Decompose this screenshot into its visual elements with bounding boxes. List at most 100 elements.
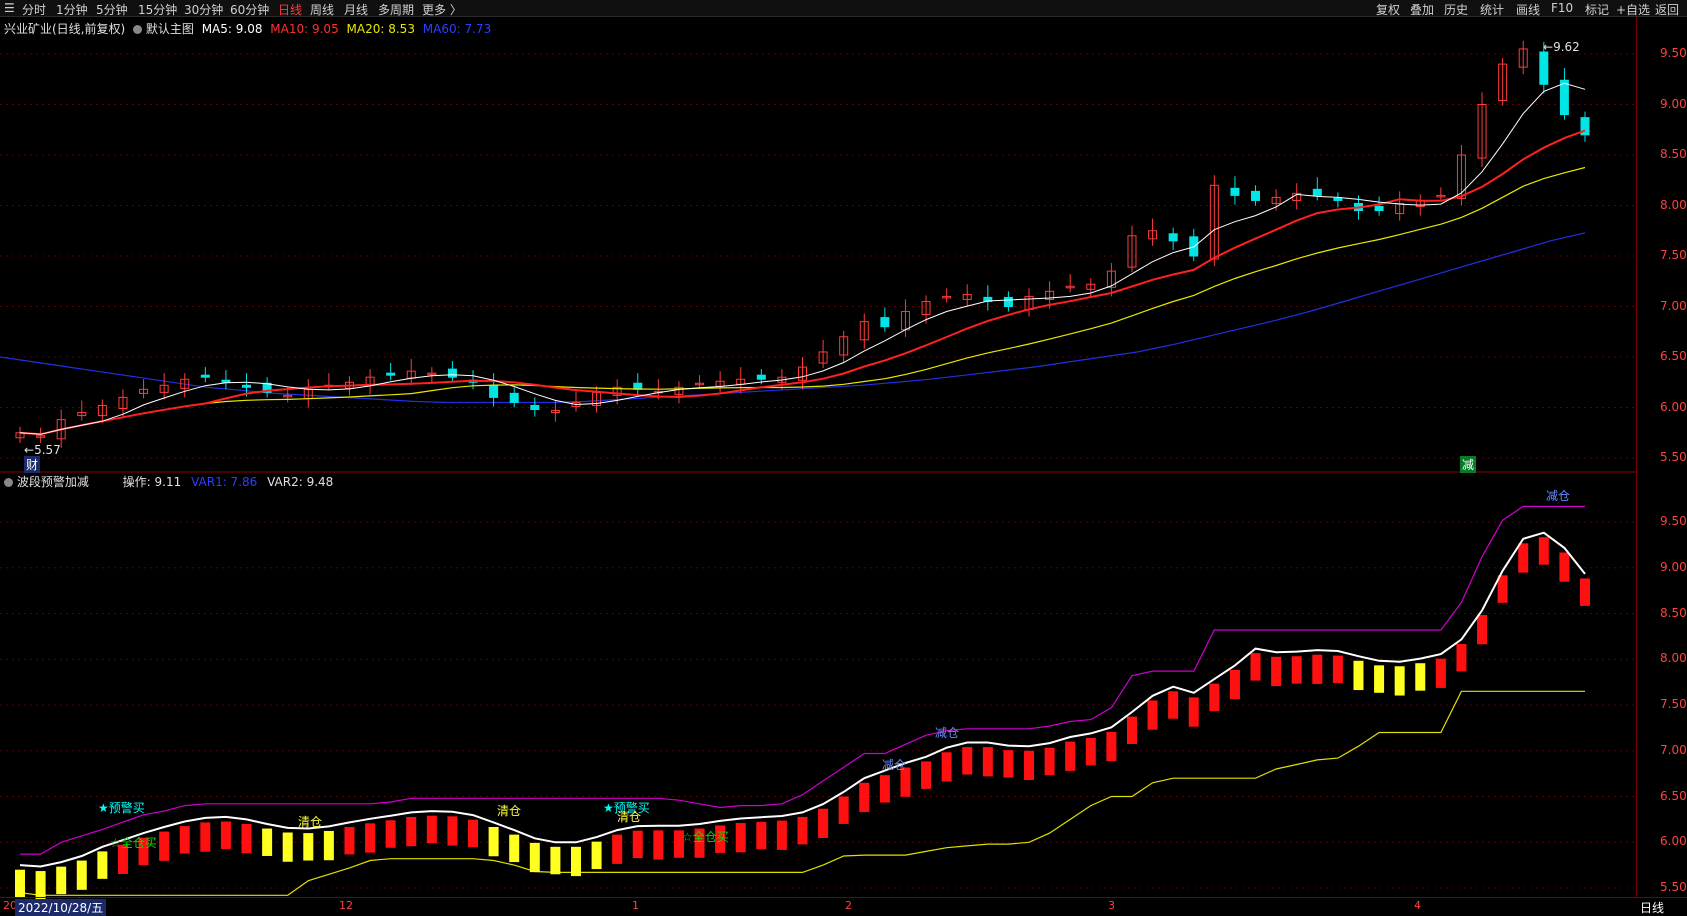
indicator-bar	[1147, 700, 1158, 730]
indicator-bar	[1312, 654, 1323, 684]
indicator-bar	[1250, 653, 1261, 681]
indicator-bar	[1188, 697, 1199, 727]
y-axis-label: 7.50	[1660, 248, 1687, 262]
candle-body	[447, 368, 457, 378]
indicator-bar	[1374, 665, 1385, 693]
grid-lines	[0, 53, 1636, 889]
signal-label: 减仓	[882, 758, 907, 772]
indicator-bar	[982, 747, 993, 777]
indicator-bar	[550, 846, 561, 875]
x-month-label: 1	[632, 899, 639, 912]
indicator-bar	[1415, 663, 1426, 691]
signal-label: 减仓	[935, 726, 960, 740]
signal-label: 清仓	[497, 804, 522, 818]
indicator-bar	[1518, 543, 1529, 573]
indicator-bar	[962, 747, 973, 775]
candle-body	[386, 372, 396, 376]
indicator-bar	[323, 830, 334, 861]
reduce-marker[interactable]: 减	[1460, 456, 1477, 473]
indicator-bar	[1291, 656, 1302, 684]
y-axis-label: 8.50	[1660, 147, 1687, 161]
high-marker: ←9.62	[1543, 40, 1580, 54]
indicator-bar	[1394, 666, 1405, 696]
signal-label: ☆全仓买	[110, 836, 157, 850]
indicator-bar	[220, 821, 231, 849]
signal-label: 减仓	[1546, 489, 1571, 503]
signal-label: ★预警买	[98, 801, 145, 815]
indicator-bar	[879, 775, 890, 803]
indicator-bar	[756, 821, 767, 850]
indicator-bar	[653, 830, 664, 860]
y-axis-label: 9.50	[1660, 514, 1687, 528]
period-button[interactable]: 日线	[1640, 899, 1664, 916]
indicator-bar	[776, 820, 787, 850]
indicator-main-line	[19, 531, 1586, 868]
indicator-bar	[1477, 615, 1488, 645]
candle-body	[1003, 296, 1013, 308]
indicator-bar	[941, 752, 952, 782]
y-axis-label: 7.00	[1660, 742, 1687, 757]
indicator-bar	[406, 816, 417, 847]
indicator-bar	[1229, 669, 1240, 700]
indicator-bar	[1353, 660, 1364, 691]
indicator-bar	[385, 820, 396, 848]
candle-body	[1312, 188, 1322, 196]
date-box: 2022/10/28/五	[15, 899, 107, 916]
indicator-bar	[97, 851, 108, 879]
ma60-series	[0, 232, 1586, 404]
lower-band-line	[19, 690, 1585, 896]
y-axis-label: 7.00	[1660, 298, 1687, 313]
indicator-bar	[859, 782, 870, 813]
signal-label: 清仓	[617, 810, 642, 824]
event-marker[interactable]: 财	[24, 456, 41, 473]
indicator-bar	[1580, 578, 1590, 606]
y-axis-label: 9.00	[1660, 559, 1687, 574]
indicator-bar	[468, 819, 479, 848]
indicator-bar	[1126, 716, 1137, 745]
indicator-bar	[282, 832, 293, 862]
indicator-bar	[1003, 750, 1014, 778]
y-axis-label: 8.00	[1660, 197, 1687, 212]
kline-chart[interactable]	[0, 0, 1687, 913]
indicator-bar	[797, 816, 808, 845]
y-axis-label: 6.50	[1660, 788, 1687, 803]
indicator-bar	[818, 808, 829, 838]
indicator-bar	[1024, 750, 1035, 781]
indicator-bar	[1456, 644, 1467, 672]
indicator-bar	[56, 866, 67, 895]
y-axis-label: 5.50	[1660, 880, 1687, 894]
y-axis-label: 6.00	[1660, 834, 1687, 849]
time-axis	[0, 897, 1687, 914]
indicator-bar	[570, 846, 581, 877]
candle-body	[1230, 187, 1240, 196]
candle-body	[509, 392, 519, 403]
signal-label: ☆全仓买	[682, 830, 729, 844]
indicator-bar	[303, 833, 314, 861]
indicator-bar	[591, 841, 602, 870]
candle-body	[1559, 79, 1569, 116]
indicator-bar	[921, 761, 932, 789]
candle-body	[489, 384, 499, 398]
indicator-bar	[35, 871, 46, 901]
candle-body	[756, 374, 766, 380]
indicator-bar	[426, 815, 437, 844]
indicator-bar	[1168, 691, 1179, 719]
indicator-bar	[1271, 656, 1282, 687]
y-axis-label: 7.50	[1660, 697, 1687, 711]
y-axis-label: 9.00	[1660, 96, 1687, 111]
x-month-label: 12	[339, 899, 353, 912]
ma60-line	[0, 232, 1586, 404]
candle-body	[200, 374, 210, 378]
indicator-bar	[262, 828, 273, 856]
indicator-bar	[447, 816, 458, 846]
low-marker-value: 5.57	[34, 443, 61, 457]
candle-body	[1333, 197, 1343, 201]
indicator-bar	[632, 830, 643, 859]
y-axis-label: 8.00	[1660, 651, 1687, 666]
candle-body	[530, 404, 540, 411]
indicator-bar	[838, 796, 849, 824]
candle-body	[1374, 206, 1384, 212]
signal-label: 清仓	[298, 815, 323, 829]
indicator-bar	[1065, 741, 1076, 771]
indicator-bar	[735, 823, 746, 853]
